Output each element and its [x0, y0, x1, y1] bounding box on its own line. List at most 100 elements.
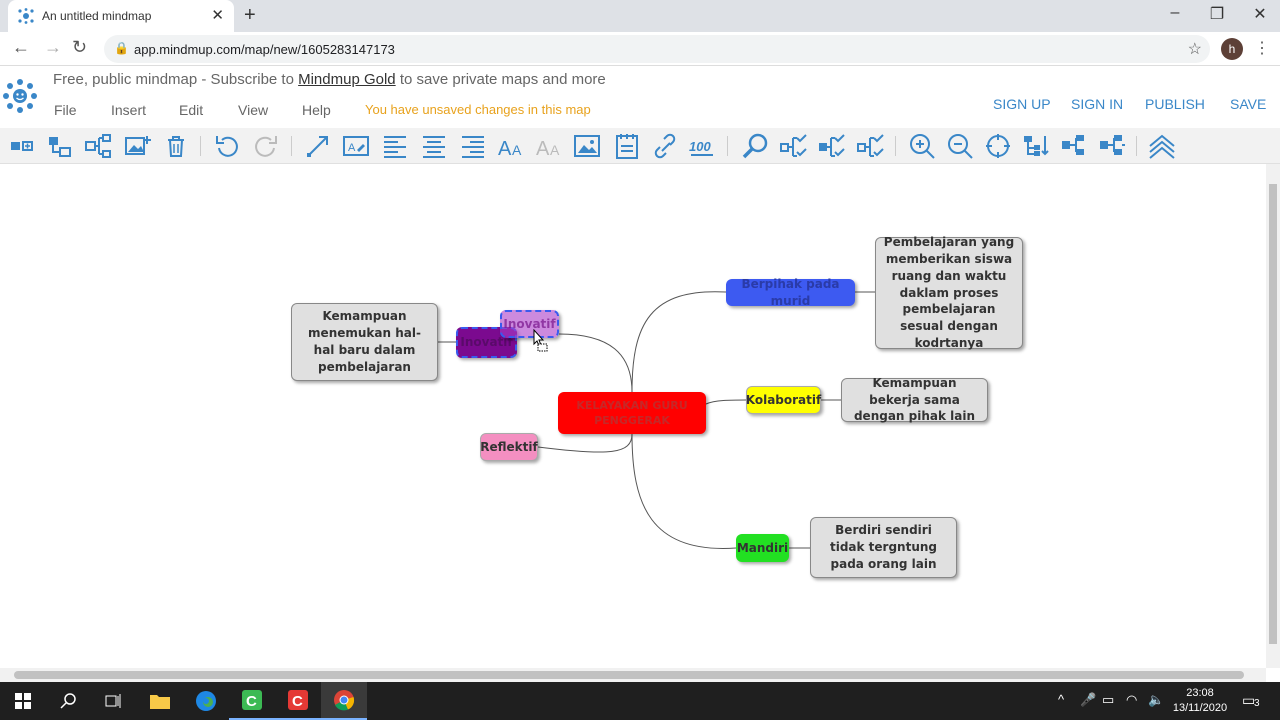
browser-menu-icon[interactable]: ⋮	[1254, 38, 1270, 58]
note-icon[interactable]	[613, 132, 641, 160]
vertical-scroll-thumb[interactable]	[1269, 184, 1277, 644]
volume-icon[interactable]: 🔈	[1148, 692, 1164, 708]
menu-view[interactable]: View	[238, 102, 268, 118]
svg-text:A: A	[348, 142, 356, 154]
notification-count: 3	[1254, 698, 1260, 709]
redo-icon[interactable]	[252, 132, 280, 160]
node-reflektif[interactable]: Reflektif	[480, 433, 538, 461]
edge-icon	[196, 691, 216, 711]
start-button[interactable]	[0, 682, 46, 720]
center-icon[interactable]	[984, 132, 1012, 160]
task-view-button[interactable]	[90, 682, 136, 720]
sign-up-button[interactable]: SIGN UP	[993, 96, 1051, 112]
publish-button[interactable]: PUBLISH	[1145, 96, 1205, 112]
unsaved-changes-notice: You have unsaved changes in this map	[365, 102, 591, 117]
menu-help[interactable]: Help	[302, 102, 331, 118]
node-kolaboratif[interactable]: Kolaboratif	[746, 386, 821, 414]
edit-text-icon[interactable]: A	[342, 132, 370, 160]
progress-icon[interactable]: 100	[689, 132, 717, 160]
sign-in-button[interactable]: SIGN IN	[1071, 96, 1123, 112]
root-node[interactable]: KELAYAKAN GURU PENGGERAK	[558, 392, 706, 434]
new-tab-icon[interactable]: +	[244, 4, 256, 27]
browser-toolbar: ← → ↻ 🔒 app.mindmup.com/map/new/16052831…	[0, 32, 1280, 66]
delete-icon[interactable]	[162, 132, 190, 160]
windows-taskbar: C C ^ 🎤 ▭ ◠ 🔈 23:08 13/11/2020 ▭ 3	[0, 682, 1280, 720]
file-explorer-button[interactable]	[137, 682, 183, 720]
add-image-icon[interactable]	[124, 132, 152, 160]
expand-check-icon[interactable]	[817, 132, 845, 160]
desc-berpihak[interactable]: Pembelajaran yang memberikan siswa ruang…	[875, 235, 1023, 350]
reload-icon[interactable]: ↻	[72, 37, 87, 58]
camtasia-red-icon: C	[288, 690, 308, 710]
chrome-icon	[334, 690, 355, 711]
align-right-icon[interactable]	[459, 132, 487, 160]
wifi-icon[interactable]: ◠	[1126, 692, 1137, 708]
toolbar-separator	[200, 136, 201, 156]
url-text: app.mindmup.com/map/new/1605283147173	[134, 42, 395, 57]
zoom-in-icon[interactable]	[908, 132, 936, 160]
vertical-scrollbar[interactable]	[1266, 164, 1280, 668]
node-mandiri[interactable]: Mandiri	[736, 534, 789, 562]
svg-text:C: C	[292, 693, 303, 710]
menu-edit[interactable]: Edit	[179, 102, 203, 118]
edge-button[interactable]	[183, 682, 229, 720]
restore-icon[interactable]: ❐	[1202, 4, 1232, 24]
svg-text:A: A	[498, 138, 512, 160]
tray-overflow-icon[interactable]: ^	[1058, 692, 1064, 707]
collapse-toolbar-icon[interactable]	[1148, 132, 1176, 160]
map-toolbar: A AA AA 100	[0, 128, 1280, 164]
chrome-button[interactable]	[321, 682, 367, 720]
bookmark-star-icon[interactable]: ☆	[1188, 39, 1202, 59]
zoom-out-icon[interactable]	[946, 132, 974, 160]
desc-mandiri[interactable]: Berdiri sendiri tidak tergntung pada ora…	[810, 517, 957, 578]
connector-icon[interactable]	[304, 132, 332, 160]
horizontal-scrollbar[interactable]	[0, 668, 1266, 682]
clock-date: 13/11/2020	[1172, 702, 1228, 714]
window-close-icon[interactable]: ✕	[1245, 4, 1275, 24]
layout-down-icon[interactable]	[1022, 132, 1050, 160]
node-berpihak-pada-murid[interactable]: Berpihak pada murid	[726, 277, 855, 308]
camtasia-red-button[interactable]: C	[275, 682, 321, 720]
horizontal-scroll-thumb[interactable]	[14, 671, 1244, 679]
menu-insert[interactable]: Insert	[111, 102, 146, 118]
menu-file[interactable]: File	[54, 102, 77, 118]
select-check-icon[interactable]	[856, 132, 884, 160]
battery-icon[interactable]: ▭	[1102, 692, 1114, 708]
save-button[interactable]: SAVE	[1230, 96, 1266, 112]
back-icon[interactable]: ←	[12, 37, 30, 58]
toolbar-separator	[895, 136, 896, 156]
microphone-icon[interactable]: 🎤	[1080, 692, 1096, 708]
layout-standard-icon[interactable]	[1098, 132, 1126, 160]
close-tab-icon[interactable]: ✕	[211, 6, 224, 24]
mindmap-canvas[interactable]: KELAYAKAN GURU PENGGERAK Berpihak pada m…	[0, 164, 1266, 668]
forward-icon[interactable]: →	[44, 37, 62, 58]
add-parent-icon[interactable]	[84, 132, 112, 160]
browser-tab[interactable]: An untitled mindmap ✕	[8, 0, 234, 32]
camtasia-green-button[interactable]: C	[229, 682, 275, 720]
align-center-icon[interactable]	[420, 132, 448, 160]
taskbar-clock[interactable]: 23:08 13/11/2020	[1170, 686, 1230, 716]
mindmup-gold-link[interactable]: Mindmup Gold	[298, 71, 396, 88]
align-left-icon[interactable]	[381, 132, 409, 160]
minimize-icon[interactable]: –	[1160, 4, 1190, 22]
add-child-icon[interactable]	[8, 132, 36, 160]
search-icon[interactable]	[741, 132, 769, 160]
font-size-increase-icon[interactable]: AA	[497, 132, 525, 160]
add-sibling-icon[interactable]	[46, 132, 74, 160]
undo-icon[interactable]	[213, 132, 241, 160]
layout-right-icon[interactable]	[1060, 132, 1088, 160]
taskbar-search-button[interactable]	[46, 682, 92, 720]
camtasia-green-icon: C	[242, 690, 262, 710]
address-bar[interactable]: 🔒 app.mindmup.com/map/new/1605283147173 …	[104, 35, 1210, 63]
desc-inovatif[interactable]: Kemampuan menemukan hal-hal baru dalam p…	[291, 303, 438, 381]
mindmup-favicon-icon	[18, 8, 34, 24]
browser-tab-strip: An untitled mindmap ✕ + – ❐ ✕	[0, 0, 1280, 32]
collapse-check-icon[interactable]	[779, 132, 807, 160]
desc-kolaboratif[interactable]: Kemampuan bekerja sama dengan pihak lain	[841, 376, 988, 423]
font-size-decrease-icon[interactable]: AA	[535, 132, 563, 160]
profile-avatar[interactable]: h	[1221, 38, 1243, 60]
background-image-icon[interactable]	[573, 132, 601, 160]
mindmup-logo-icon[interactable]	[2, 78, 38, 114]
promo-suffix: to save private maps and more	[395, 71, 606, 88]
link-icon[interactable]	[651, 132, 679, 160]
